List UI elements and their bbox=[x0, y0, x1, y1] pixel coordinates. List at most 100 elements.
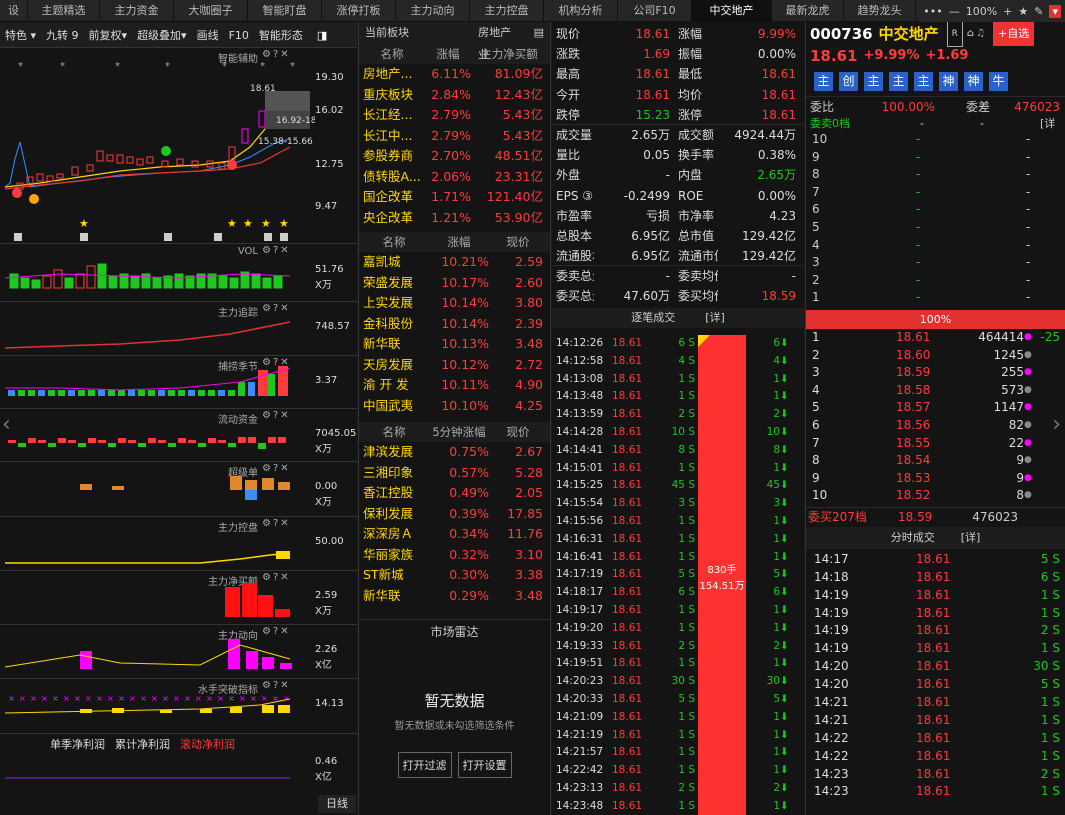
toolbar-item-adjust[interactable]: 前复权▾ bbox=[84, 27, 133, 43]
signal-marker[interactable] bbox=[29, 194, 39, 204]
trade-row[interactable]: 14:19:33 18.61 2 S 2 ⬇ bbox=[552, 638, 804, 656]
trade-row[interactable]: 14:18:17 18.61 6 S 6 ⬇ bbox=[552, 584, 804, 602]
indicator-panel-2[interactable]: 主力追踪 ⚙? ✕ 748.57 bbox=[0, 301, 357, 355]
trade-row[interactable]: 14:13:59 18.61 2 S 2 ⬇ bbox=[552, 406, 804, 424]
table-row[interactable]: 华丽家族 0.32% 3.10 bbox=[359, 545, 550, 566]
table-row[interactable]: 保利发展 0.39% 17.85 bbox=[359, 504, 550, 525]
add-watchlist-button[interactable]: +自选 bbox=[993, 22, 1035, 46]
sell-level-row[interactable]: 6 - - bbox=[806, 201, 1065, 219]
signal-marker[interactable] bbox=[227, 160, 237, 170]
table-row[interactable]: 金科股份 10.14% 2.39 bbox=[359, 314, 550, 335]
trade-row[interactable]: 14:13:08 18.61 1 S 1 ⬇ bbox=[552, 371, 804, 389]
table-row[interactable]: 荣盛发展 10.17% 2.60 bbox=[359, 273, 550, 294]
table-row[interactable]: ST新城 0.30% 3.38 bbox=[359, 565, 550, 586]
concept-badge[interactable]: 主 bbox=[914, 72, 933, 91]
trade-row[interactable]: 14:15:54 18.61 3 S 3 ⬇ bbox=[552, 495, 804, 513]
sell-level-row[interactable]: 2 - - bbox=[806, 272, 1065, 290]
toolbar-item-overlay[interactable]: 超级叠加▾ bbox=[132, 27, 192, 43]
event-marker[interactable] bbox=[80, 233, 88, 241]
table-row[interactable]: 长江中... 2.79% 5.43亿 bbox=[359, 126, 550, 147]
minute-row[interactable]: 14:19 18.61 2 S bbox=[806, 622, 1065, 640]
trade-row[interactable]: 14:14:41 18.61 8 S 8 ⬇ bbox=[552, 442, 804, 460]
concept-badge[interactable]: 神 bbox=[964, 72, 983, 91]
trade-row[interactable]: 14:23:48 18.61 1 S 1 ⬇ bbox=[552, 798, 804, 815]
buy-level-row[interactable]: 10 18.52 8 ● bbox=[806, 487, 1065, 505]
sell-level-row[interactable]: 7 - - bbox=[806, 184, 1065, 202]
trade-row[interactable]: 14:15:25 18.61 45 S 45 ⬇ bbox=[552, 477, 804, 495]
tab-3[interactable]: 大咖圈子 bbox=[174, 0, 248, 21]
table-row[interactable]: 上实发展 10.14% 3.80 bbox=[359, 293, 550, 314]
period-label[interactable]: 日线 bbox=[318, 795, 356, 813]
trade-row[interactable]: 14:15:01 18.61 1 S 1 ⬇ bbox=[552, 460, 804, 478]
kline-svg[interactable]: * * * * * * * 18.61 16.92-18 15.38-15.66 ★ ★ ★ ★ ★ bbox=[0, 47, 315, 243]
concept-badge[interactable]: 牛 bbox=[989, 72, 1008, 91]
tab-4[interactable]: 智能盯盘 bbox=[248, 0, 322, 21]
buy-level-row[interactable]: 2 18.60 1245 ● bbox=[806, 347, 1065, 365]
t1-col-1[interactable]: 涨幅 bbox=[425, 44, 471, 64]
trade-row[interactable]: 14:14:28 18.61 10 S 10 ⬇ bbox=[552, 424, 804, 442]
table-row[interactable]: 香江控股 0.49% 2.05 bbox=[359, 483, 550, 504]
trade-row[interactable]: 14:23:13 18.61 2 S 2 ⬇ bbox=[552, 780, 804, 798]
buy-level-row[interactable]: 5 18.57 1147 ● bbox=[806, 399, 1065, 417]
concept-badge[interactable]: 主 bbox=[814, 72, 833, 91]
minute-row[interactable]: 14:17 18.61 5 S bbox=[806, 551, 1065, 569]
trades-detail-link[interactable]: [详] bbox=[705, 308, 725, 328]
table-row[interactable]: 参股券商 2.70% 48.51亿 bbox=[359, 146, 550, 167]
tab-6[interactable]: 主力动向 bbox=[396, 0, 470, 21]
minute-row[interactable]: 14:23 18.61 2 S bbox=[806, 766, 1065, 784]
concept-badge[interactable]: 神 bbox=[939, 72, 958, 91]
signal-marker[interactable] bbox=[12, 188, 22, 198]
trade-row[interactable]: 14:17:19 18.61 5 S 5 ⬇ bbox=[552, 566, 804, 584]
minute-row[interactable]: 14:21 18.61 1 S bbox=[806, 712, 1065, 730]
trade-row[interactable]: 14:16:31 18.61 1 S 1 ⬇ bbox=[552, 531, 804, 549]
t3-col-1[interactable]: 5分钟涨幅 bbox=[429, 422, 489, 442]
indicator-panel-8[interactable]: 主力动向 ⚙? ✕ 2.26 X亿 bbox=[0, 624, 357, 678]
concept-badge[interactable]: 主 bbox=[889, 72, 908, 91]
bell-icon[interactable]: ♫ bbox=[976, 22, 985, 46]
minute-row[interactable]: 14:20 18.61 30 S bbox=[806, 658, 1065, 676]
dropdown-icon[interactable]: ▾ bbox=[1049, 4, 1061, 18]
zoom-in-icon[interactable]: + bbox=[1003, 5, 1012, 18]
sell-level-row[interactable]: 3 - - bbox=[806, 254, 1065, 272]
indicator-panel-1[interactable]: VOL ⚙? ✕ 51.76 X万 bbox=[0, 243, 357, 301]
tab-12[interactable]: 趋势龙头 bbox=[844, 0, 916, 21]
minute-row[interactable]: 14:18 18.61 6 S bbox=[806, 569, 1065, 587]
table-row[interactable]: 重庆板块 2.84% 12.43亿 bbox=[359, 85, 550, 106]
doc-icon[interactable]: ▤ bbox=[534, 22, 544, 44]
minute-row[interactable]: 14:22 18.61 1 S bbox=[806, 748, 1065, 766]
trade-row[interactable]: 14:21:19 18.61 1 S 1 ⬇ bbox=[552, 727, 804, 745]
indicator-panel-4[interactable]: 流动资金 ⚙? ✕ 7045.05 X万 bbox=[0, 408, 357, 461]
event-marker[interactable] bbox=[214, 233, 222, 241]
trade-row[interactable]: 14:21:57 18.61 1 S 1 ⬇ bbox=[552, 744, 804, 762]
tab-0[interactable]: 设 bbox=[0, 0, 28, 21]
buy-level-row[interactable]: 3 18.59 255 ● bbox=[806, 364, 1065, 382]
buy-level-row[interactable]: 9 18.53 9 ● bbox=[806, 470, 1065, 488]
minute-detail-link[interactable]: [详] bbox=[961, 527, 981, 549]
trade-row[interactable]: 14:19:51 18.61 1 S 1 ⬇ bbox=[552, 655, 804, 673]
table-row[interactable]: 中国武夷 10.10% 4.25 bbox=[359, 396, 550, 417]
buy-level-row[interactable]: 8 18.54 9 ● bbox=[806, 452, 1065, 470]
trade-row[interactable]: 14:20:23 18.61 30 S 30 ⬇ bbox=[552, 673, 804, 691]
tab-10[interactable]: 中交地产 bbox=[692, 0, 772, 21]
tab-5[interactable]: 涨停打板 bbox=[322, 0, 396, 21]
concept-badge[interactable]: 主 bbox=[864, 72, 883, 91]
table-row[interactable]: 新华联 10.13% 3.48 bbox=[359, 334, 550, 355]
tab-current-sector[interactable]: 当前板块 bbox=[365, 22, 478, 44]
trades-list[interactable]: 830手 154.51万 14:12:26 18.61 6 S 6 ⬇ 14:12:58 18.… bbox=[552, 335, 804, 815]
indicator-panel-3[interactable]: 捕捞季节 ⚙? ✕ 3.37 bbox=[0, 355, 357, 408]
lock-icon[interactable]: ⌂ bbox=[967, 22, 974, 46]
event-marker[interactable] bbox=[264, 233, 272, 241]
buy-level-row[interactable]: 6 18.56 82 ● bbox=[806, 417, 1065, 435]
minute-row[interactable]: 14:22 18.61 1 S bbox=[806, 730, 1065, 748]
trade-row[interactable]: 14:22:42 18.61 1 S 1 ⬇ bbox=[552, 762, 804, 780]
table-row[interactable]: 津滨发展 0.75% 2.67 bbox=[359, 442, 550, 463]
table-row[interactable]: 新华联 0.29% 3.48 bbox=[359, 586, 550, 607]
minute-row[interactable]: 14:19 18.61 1 S bbox=[806, 605, 1065, 623]
minute-trades[interactable]: 14:17 18.61 5 S 14:18 18.61 6 S 14:19 18.61 1 S1… bbox=[806, 549, 1065, 801]
trade-row[interactable]: 14:16:41 18.61 1 S 1 ⬇ bbox=[552, 549, 804, 567]
open-settings-button[interactable]: 打开设置 bbox=[457, 752, 512, 778]
table-row[interactable]: 深深房Ａ 0.34% 11.76 bbox=[359, 524, 550, 545]
star-icon[interactable]: ★ bbox=[1018, 5, 1028, 18]
panel-toggle-icon[interactable]: ◨ bbox=[312, 29, 332, 42]
tab-1[interactable]: 主题精选 bbox=[28, 0, 100, 21]
